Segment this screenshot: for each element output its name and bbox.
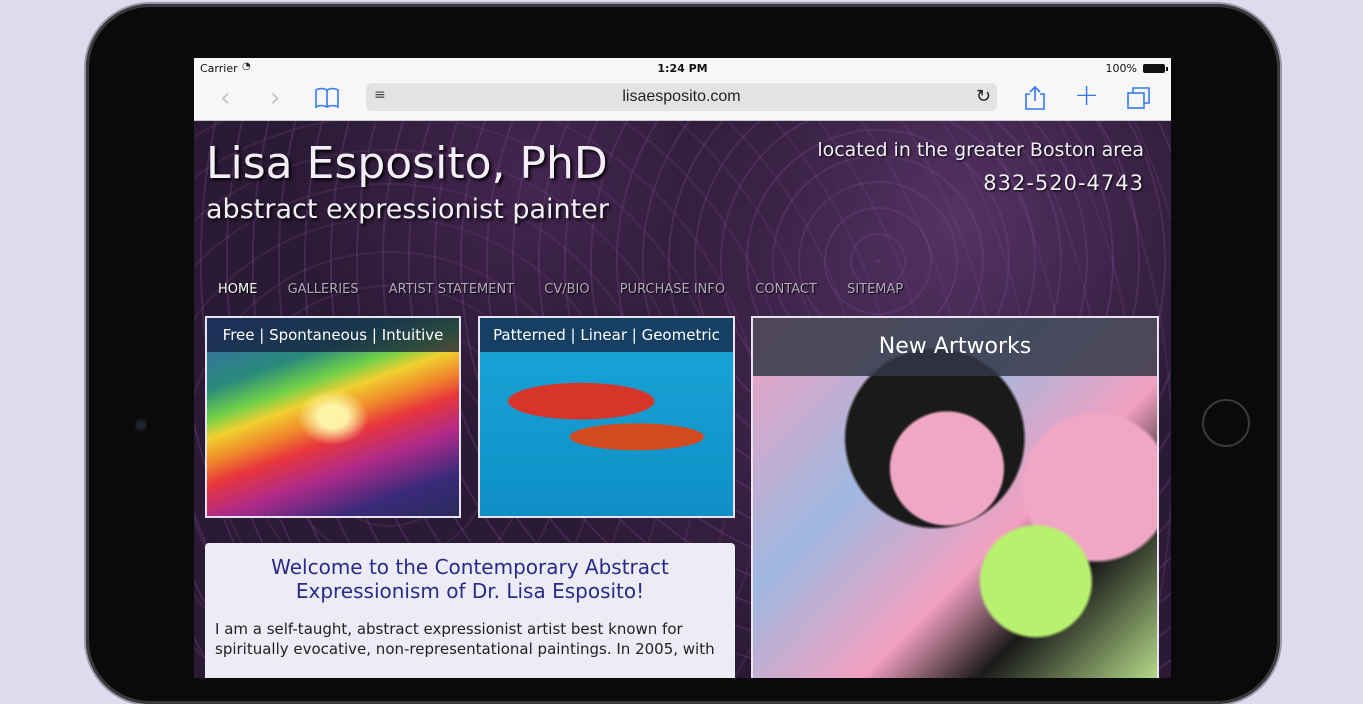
nav-sitemap[interactable]: SITEMAP [847, 282, 903, 297]
new-tab-button[interactable]: + [1074, 81, 1099, 111]
gallery-caption: Free | Spontaneous | Intuitive [207, 318, 459, 352]
page-title[interactable]: Lisa Esposito, PhD [206, 138, 608, 189]
gallery-tile-free[interactable]: Free | Spontaneous | Intuitive [205, 316, 461, 518]
back-button[interactable]: ‹ [220, 85, 230, 111]
location-text: located in the greater Boston area [817, 139, 1144, 161]
phone-number[interactable]: 832-520-4743 [983, 171, 1144, 195]
gallery-caption: Patterned | Linear | Geometric [480, 318, 733, 352]
bookmarks-button[interactable] [314, 86, 340, 114]
page-subtitle: abstract expressionist painter [206, 194, 609, 225]
browser-toolbar: ‹ › ≡ lisaesposito.com ↻ + [194, 78, 1171, 121]
welcome-title: Welcome to the Contemporary Abstract Exp… [271, 555, 669, 603]
web-page: Lisa Esposito, PhD abstract expressionis… [194, 121, 1171, 678]
tabs-icon [1127, 87, 1150, 109]
share-button[interactable] [1024, 85, 1046, 115]
battery-icon [1143, 64, 1168, 73]
camera-icon [136, 420, 146, 430]
tablet-screen: Carrier ◔ 1:24 PM 100% ‹ › ≡ lisaesposit… [194, 58, 1171, 678]
share-icon [1025, 85, 1045, 110]
forward-button[interactable]: › [270, 85, 280, 111]
welcome-body: I am a self-taught, abstract expressioni… [215, 620, 715, 658]
battery-percent: 100% [1105, 62, 1137, 75]
book-icon [315, 87, 339, 109]
nav-home[interactable]: HOME [218, 282, 257, 297]
home-button[interactable] [1202, 399, 1250, 447]
gallery-tile-new-artworks[interactable]: New Artworks [751, 316, 1159, 678]
nav-contact[interactable]: CONTACT [755, 282, 817, 297]
tabs-button[interactable] [1126, 86, 1152, 114]
address-bar[interactable]: ≡ lisaesposito.com ↻ [366, 83, 997, 111]
nav-galleries[interactable]: GALLERIES [288, 282, 359, 297]
reload-icon[interactable]: ↻ [976, 86, 991, 107]
nav-artist-statement[interactable]: ARTIST STATEMENT [389, 282, 514, 297]
gallery-caption: New Artworks [753, 318, 1157, 376]
url-text[interactable]: lisaesposito.com [366, 88, 997, 106]
welcome-box: Welcome to the Contemporary Abstract Exp… [205, 543, 735, 678]
nav-purchase-info[interactable]: PURCHASE INFO [620, 282, 725, 297]
nav-cv-bio[interactable]: CV/BIO [544, 282, 589, 297]
status-bar: Carrier ◔ 1:24 PM 100% [194, 58, 1171, 78]
clock: 1:24 PM [657, 62, 708, 75]
main-nav: HOME GALLERIES ARTIST STATEMENT CV/BIO P… [218, 282, 929, 297]
gallery-tile-patterned[interactable]: Patterned | Linear | Geometric [478, 316, 735, 518]
